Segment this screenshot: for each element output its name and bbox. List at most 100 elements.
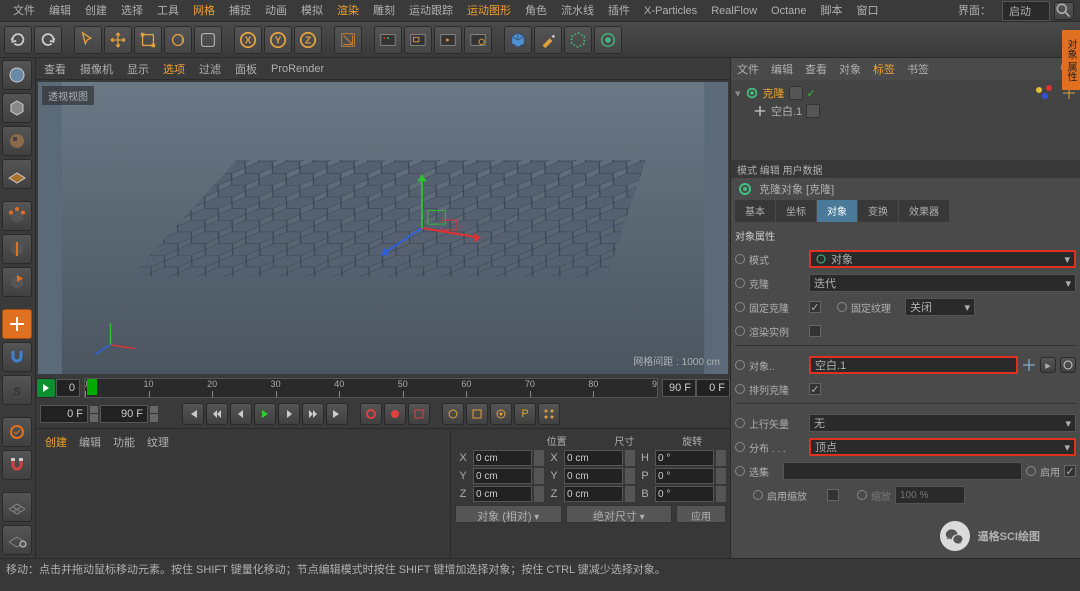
z-axis-icon[interactable]: Z <box>294 26 322 54</box>
side-tab[interactable]: 对象 属性 <box>1062 30 1080 90</box>
menu-Octane[interactable]: Octane <box>764 0 813 22</box>
autokey-icon[interactable] <box>384 403 406 425</box>
key-param-icon[interactable]: P <box>514 403 536 425</box>
viewport[interactable]: 透视视图 <box>38 82 728 374</box>
model-mode-icon[interactable] <box>2 93 32 123</box>
om-tab-file[interactable]: 文件 <box>737 61 759 77</box>
vp-menu-prorender[interactable]: ProRender <box>271 63 324 75</box>
radio-icon[interactable] <box>735 326 745 336</box>
x-axis-icon[interactable]: X <box>234 26 262 54</box>
om-tab-edit[interactable]: 编辑 <box>771 61 793 77</box>
last-tool-icon[interactable] <box>194 26 222 54</box>
menu-工具[interactable]: 工具 <box>150 0 186 22</box>
visibility-check-icon[interactable]: ✓ <box>807 87 816 100</box>
timeline-ruler[interactable]: 0102030405060708090 <box>84 378 658 398</box>
attrtab-object[interactable]: 对象 <box>817 200 857 222</box>
editable-tool-icon[interactable] <box>2 60 32 90</box>
mat-tab-create[interactable]: 创建 <box>45 434 67 450</box>
radio-icon[interactable] <box>837 302 847 312</box>
prev-key-icon[interactable] <box>206 403 228 425</box>
vp-menu-panel[interactable]: 面板 <box>235 61 257 77</box>
size-Y[interactable] <box>564 468 623 484</box>
undo-icon[interactable] <box>4 26 32 54</box>
rot-Y[interactable] <box>655 468 714 484</box>
object-tree[interactable]: ▾ 克隆 ✓ 空白.1 <box>731 80 1080 160</box>
apply-button[interactable]: 应用 <box>676 505 726 523</box>
out-frame-field[interactable] <box>100 405 148 423</box>
key-rot-icon[interactable] <box>490 403 512 425</box>
menu-流水线[interactable]: 流水线 <box>554 0 601 22</box>
radio-icon[interactable] <box>735 302 745 312</box>
next-frame-icon[interactable] <box>278 403 300 425</box>
tree-item-null[interactable]: 空白.1 <box>735 102 1076 120</box>
radio-icon[interactable] <box>735 360 745 370</box>
om-tab-tags[interactable]: 标签 <box>873 61 895 77</box>
timeline-frame-field[interactable] <box>696 379 730 397</box>
radio-icon[interactable] <box>735 418 745 428</box>
coord-system-icon[interactable] <box>334 26 362 54</box>
play-marker-icon[interactable] <box>36 378 56 398</box>
key-pla-icon[interactable] <box>538 403 560 425</box>
menu-窗口[interactable]: 窗口 <box>850 0 886 22</box>
texture-mode-icon[interactable] <box>2 126 32 156</box>
vp-menu-display[interactable]: 显示 <box>127 61 149 77</box>
mat-tab-func[interactable]: 功能 <box>113 434 135 450</box>
vp-menu-camera[interactable]: 摄像机 <box>80 61 113 77</box>
size-Z[interactable] <box>564 486 623 502</box>
scale-value-field[interactable]: 100 % <box>895 486 965 504</box>
pos-X[interactable] <box>473 450 532 466</box>
vp-menu-options[interactable]: 选项 <box>163 61 185 77</box>
menu-动画[interactable]: 动画 <box>258 0 294 22</box>
keyframe-sel-icon[interactable] <box>408 403 430 425</box>
radio-icon[interactable] <box>735 254 745 264</box>
size-mode-dropdown[interactable]: 绝对尺寸 ▾ <box>566 505 673 523</box>
distribution-dropdown[interactable]: 顶点▾ <box>809 438 1076 456</box>
goto-start-icon[interactable] <box>182 403 204 425</box>
fixtex-dropdown[interactable]: 关闭▾ <box>905 298 975 316</box>
attrtab-coord[interactable]: 坐标 <box>776 200 816 222</box>
soft-select-icon[interactable]: S <box>2 375 32 405</box>
attrtab-transform[interactable]: 变换 <box>858 200 898 222</box>
fixclone-checkbox[interactable]: ✓ <box>809 301 821 313</box>
attrtab-effectors[interactable]: 效果器 <box>899 200 949 222</box>
mat-tab-tex[interactable]: 纹理 <box>147 434 169 450</box>
render-icon[interactable] <box>374 26 402 54</box>
object-link-field[interactable]: 空白.1 <box>809 356 1018 374</box>
menu-选择[interactable]: 选择 <box>114 0 150 22</box>
mat-tab-edit[interactable]: 编辑 <box>79 434 101 450</box>
menu-网格[interactable]: 网格 <box>186 0 222 22</box>
timeline-start-field[interactable] <box>56 379 80 397</box>
coord-mode-dropdown[interactable]: 对象 (相对) ▾ <box>455 505 562 523</box>
radio-icon[interactable] <box>735 384 745 394</box>
menu-雕刻[interactable]: 雕刻 <box>366 0 402 22</box>
menu-角色[interactable]: 角色 <box>518 0 554 22</box>
pick-arrow-icon[interactable] <box>1060 357 1076 373</box>
scale-checkbox[interactable] <box>827 489 839 501</box>
move-tool-icon[interactable] <box>104 26 132 54</box>
timeline-end-field[interactable] <box>662 379 696 397</box>
vp-menu-filter[interactable]: 过滤 <box>199 61 221 77</box>
select-tool-icon[interactable] <box>74 26 102 54</box>
cube-primitive-icon[interactable] <box>504 26 532 54</box>
pick-button[interactable]: ▸ <box>1040 357 1056 373</box>
y-axis-icon[interactable]: Y <box>264 26 292 54</box>
vp-menu-view[interactable]: 查看 <box>44 61 66 77</box>
current-frame-field[interactable] <box>40 405 88 423</box>
menu-运动图形[interactable]: 运动图形 <box>460 0 518 22</box>
render-region-icon[interactable] <box>404 26 432 54</box>
point-mode-icon[interactable] <box>2 201 32 231</box>
generator-icon[interactable] <box>564 26 592 54</box>
redo-icon[interactable] <box>34 26 62 54</box>
radio-icon[interactable] <box>1026 466 1036 476</box>
instance-checkbox[interactable] <box>809 325 821 337</box>
snap-tool-icon[interactable] <box>2 342 32 372</box>
menu-编辑[interactable]: 编辑 <box>42 0 78 22</box>
pos-Y[interactable] <box>473 468 532 484</box>
play-forward-icon[interactable] <box>254 403 276 425</box>
record-icon[interactable] <box>360 403 382 425</box>
upvec-dropdown[interactable]: 无▾ <box>809 414 1076 432</box>
attrtab-basic[interactable]: 基本 <box>735 200 775 222</box>
om-tab-bookmarks[interactable]: 书签 <box>907 61 929 77</box>
menu-插件[interactable]: 插件 <box>601 0 637 22</box>
tree-item-clone[interactable]: ▾ 克隆 ✓ <box>735 84 1076 102</box>
